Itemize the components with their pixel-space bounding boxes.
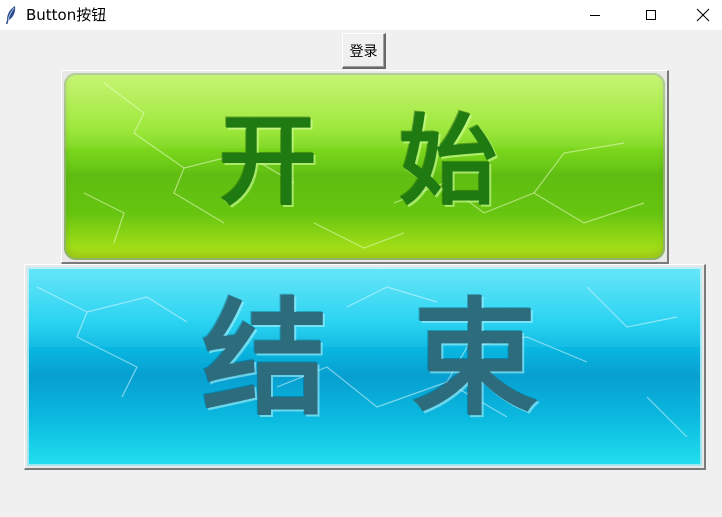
login-button[interactable]: 登录 [342,33,386,69]
maximize-icon [645,9,657,21]
close-button[interactable] [684,0,722,30]
end-char-1: 结 [202,286,328,433]
start-lightning-decoration [83,82,645,249]
maximize-button[interactable] [628,0,674,30]
feather-icon [4,5,18,25]
end-lightning-decoration [36,286,688,438]
end-char-2: 束 [412,286,538,433]
app-window: Button按钮 登录 开 始 结 束 [0,0,722,517]
start-char-1: 开 [219,105,318,219]
start-char-2: 始 [399,105,498,219]
minimize-button[interactable] [572,0,618,30]
title-bar[interactable]: Button按钮 [0,0,722,30]
start-button[interactable]: 开 始 [61,70,669,264]
end-button[interactable]: 结 束 [24,264,706,470]
end-button-image: 结 束 [27,267,702,466]
window-title: Button按钮 [26,6,107,24]
minimize-icon [589,9,601,21]
start-button-image: 开 始 [64,73,665,260]
close-icon [696,8,710,22]
